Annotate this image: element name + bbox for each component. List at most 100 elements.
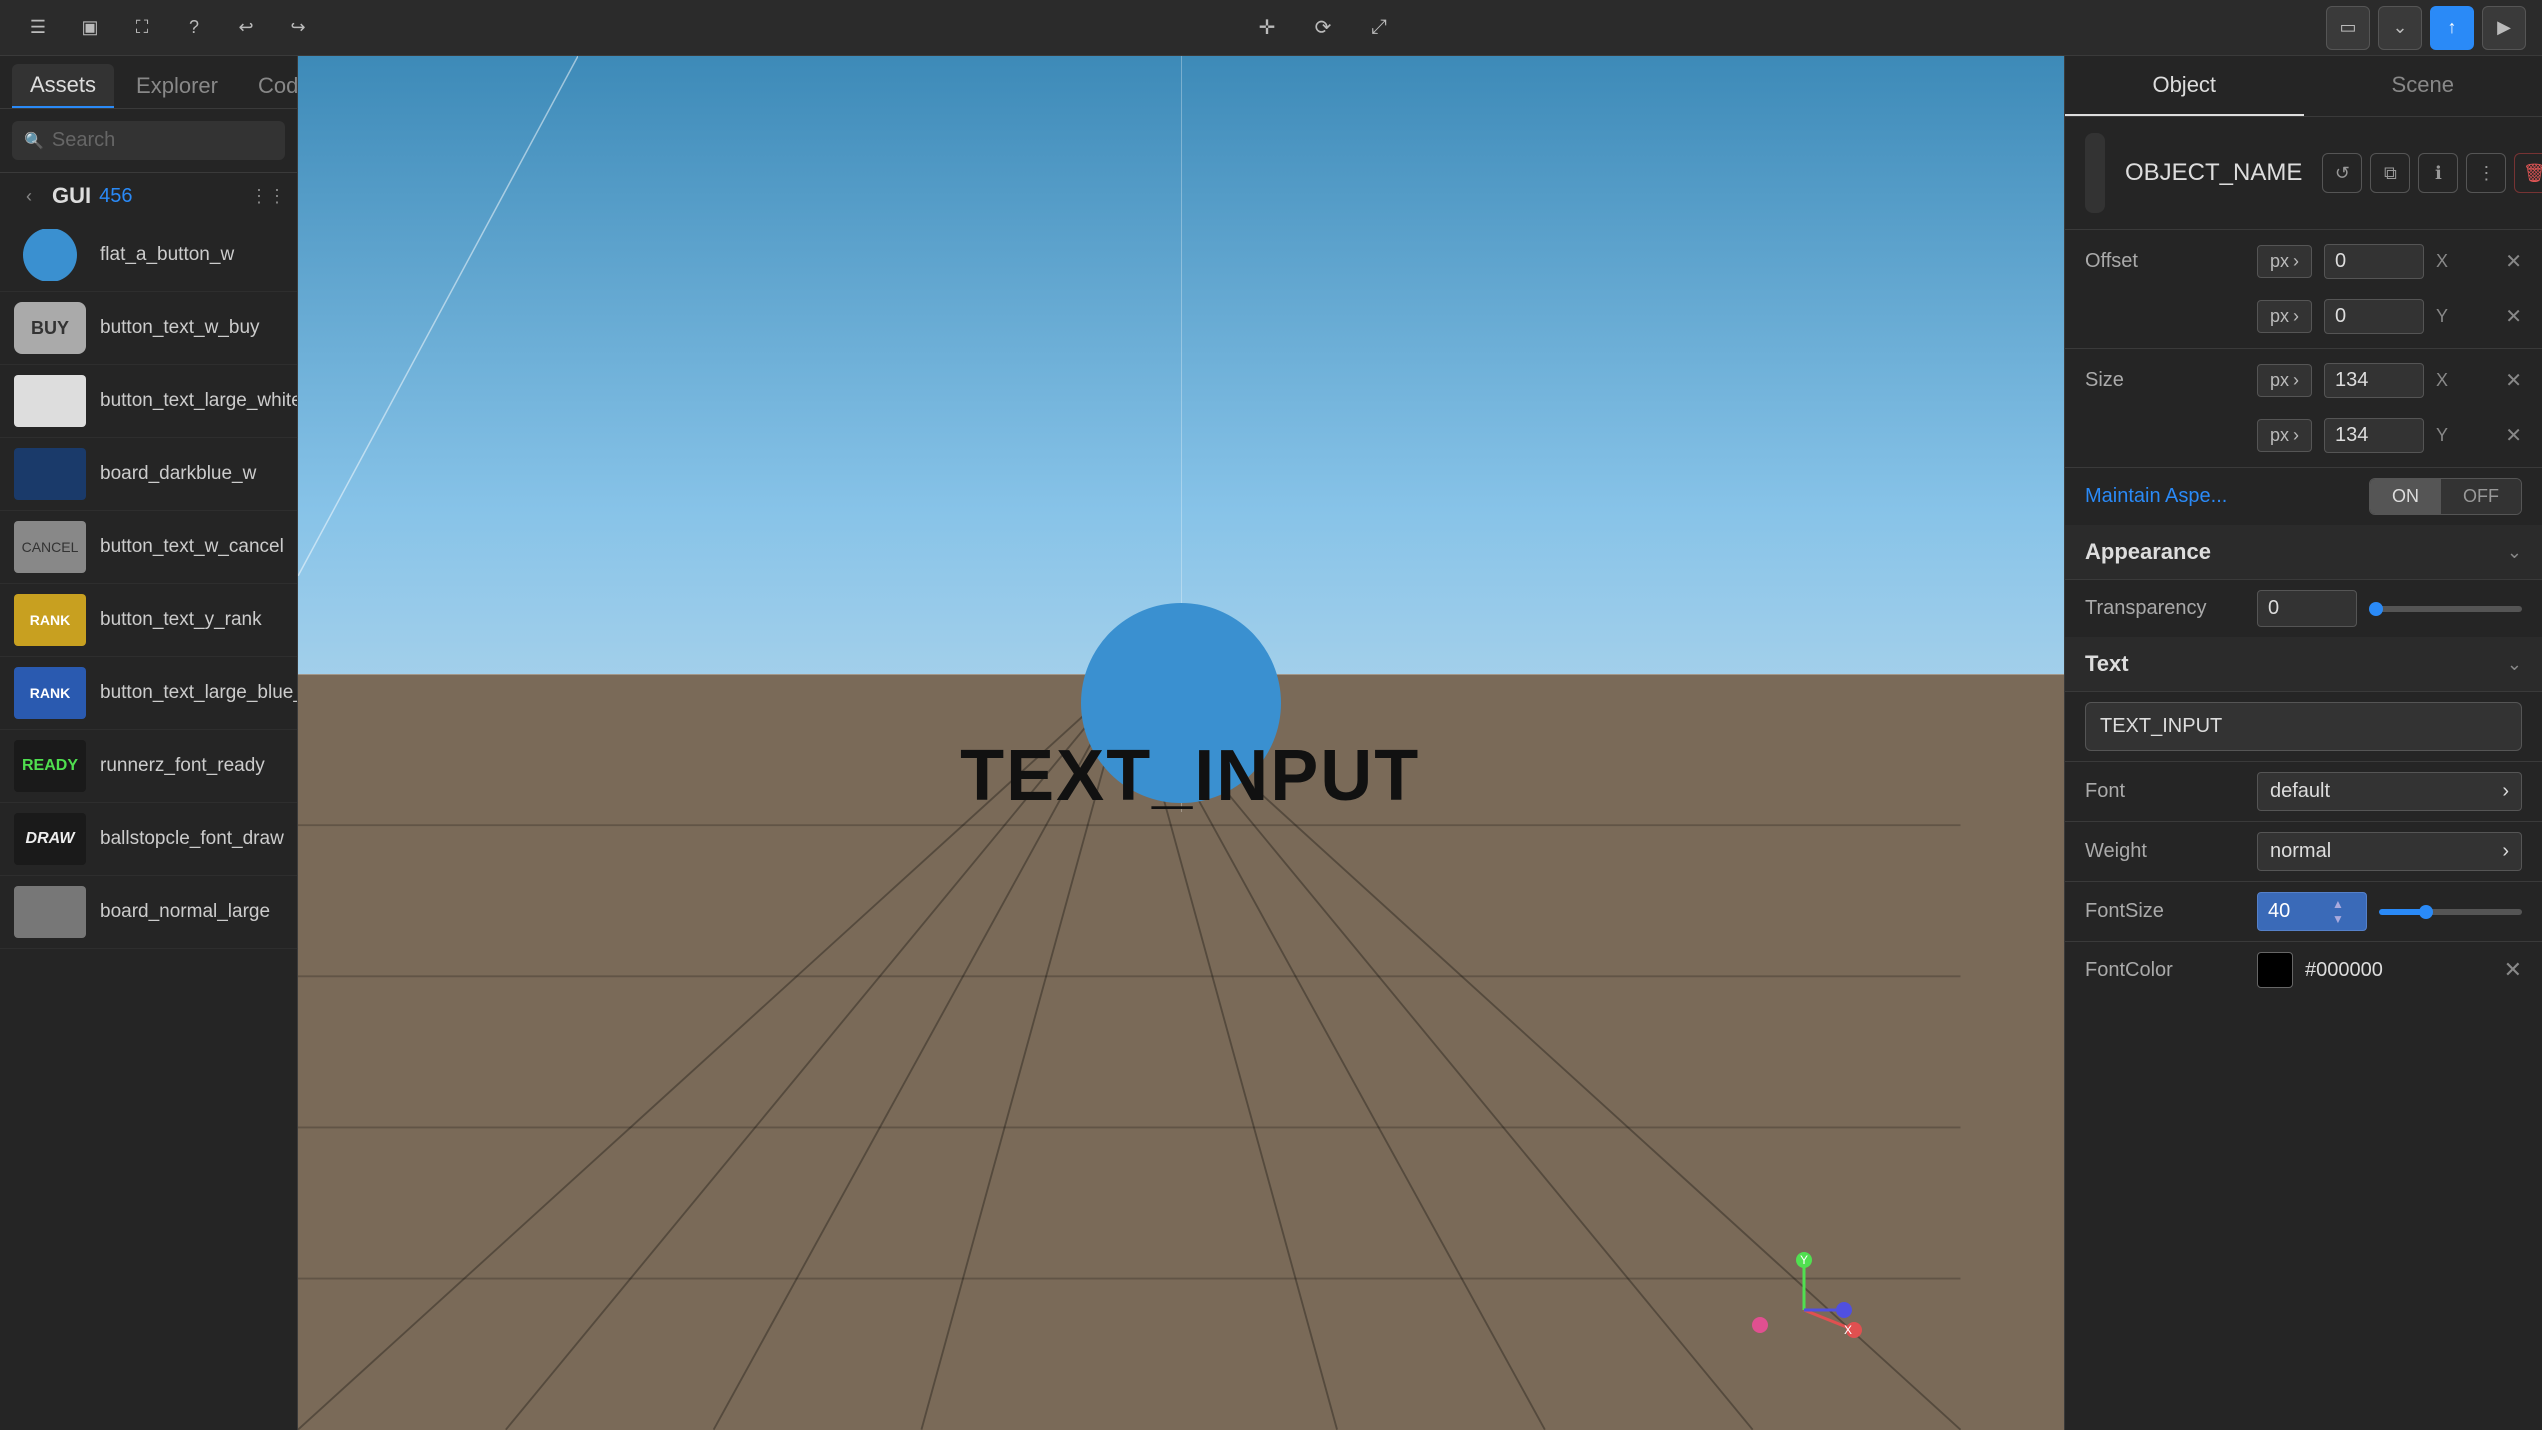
panel-chevron-button[interactable]: ⌄ xyxy=(2378,6,2422,50)
offset-y-row: px › Y ✕ xyxy=(2065,289,2542,344)
canvas-area[interactable]: TEXT_INPUT X Y xyxy=(298,56,2064,1430)
svg-text:X: X xyxy=(1844,1323,1852,1337)
assets-tab[interactable]: Assets xyxy=(12,64,114,108)
weight-value-text: normal xyxy=(2270,840,2331,863)
offset-y-close-button[interactable]: ✕ xyxy=(2505,304,2522,329)
offset-x-close-button[interactable]: ✕ xyxy=(2505,249,2522,274)
redo-button[interactable]: ↪ xyxy=(276,6,320,50)
fontcolor-label: FontColor xyxy=(2085,959,2245,982)
font-value-button[interactable]: default › xyxy=(2257,772,2522,811)
list-item[interactable]: DRAW ballstopcle_font_draw xyxy=(0,803,297,876)
object-icon-section: OBJECT_NAME ↺ ⧉ ℹ ⋮ 🗑 xyxy=(2065,117,2542,230)
offset-x-input[interactable] xyxy=(2324,244,2424,279)
search-input[interactable] xyxy=(52,129,273,152)
refresh-button[interactable]: ⟳ xyxy=(1301,6,1345,50)
object-tab[interactable]: Object xyxy=(2065,56,2304,116)
offset-x-unit-button[interactable]: px › xyxy=(2257,245,2312,278)
fontsize-input-wrap: ▲ ▼ xyxy=(2257,892,2367,931)
asset-thumbnail: BUY xyxy=(14,302,86,354)
fontsize-down-arrow[interactable]: ▼ xyxy=(2332,912,2344,926)
object-actions: ↺ ⧉ ℹ ⋮ 🗑 xyxy=(2322,153,2542,193)
category-count: 456 xyxy=(99,185,132,208)
asset-name: flat_a_button_w xyxy=(100,244,234,266)
size-x-close-button[interactable]: ✕ xyxy=(2505,368,2522,393)
asset-name: button_text_w_buy xyxy=(100,317,260,339)
list-item[interactable]: CANCEL button_text_w_cancel xyxy=(0,511,297,584)
size-x-input[interactable] xyxy=(2324,363,2424,398)
appearance-section-header[interactable]: Appearance ⌄ xyxy=(2065,525,2542,580)
blue-circle-object[interactable] xyxy=(1081,603,1281,803)
search-bar: 🔍 xyxy=(0,109,297,173)
toolbar-right: ▭ ⌄ ↑ ▶ xyxy=(2326,6,2526,50)
transparency-input[interactable] xyxy=(2258,591,2357,626)
list-item[interactable]: flat_a_button_w xyxy=(0,219,297,292)
maintain-off-button[interactable]: OFF xyxy=(2441,479,2521,514)
asset-name: ballstopcle_font_draw xyxy=(100,828,284,850)
asset-thumbnail xyxy=(14,375,86,427)
text-section-header[interactable]: Text ⌄ xyxy=(2065,637,2542,692)
left-panel: Assets Explorer Code 🔍 ‹ GUI 456 ⋮⋮ flat… xyxy=(0,56,298,1430)
maintain-on-button[interactable]: ON xyxy=(2370,479,2441,514)
asset-thumbnail: READY xyxy=(14,740,86,792)
transparency-row: Transparency ▲ ▼ xyxy=(2065,580,2542,637)
transparency-slider[interactable] xyxy=(2369,606,2522,612)
chevron-right-icon: › xyxy=(2293,370,2299,391)
asset-name: button_text_large_white_null xyxy=(100,390,297,412)
menu-button[interactable]: ☰ xyxy=(16,6,60,50)
asset-name: board_normal_large xyxy=(100,901,270,923)
list-item[interactable]: BUY button_text_w_buy xyxy=(0,292,297,365)
fontsize-up-arrow[interactable]: ▲ xyxy=(2332,897,2344,911)
fontcolor-close-button[interactable]: ✕ xyxy=(2504,957,2522,983)
undo-button[interactable]: ↩ xyxy=(224,6,268,50)
offset-y-input[interactable] xyxy=(2324,299,2424,334)
font-chevron-icon: › xyxy=(2502,780,2509,803)
expand-button[interactable]: ⤢ xyxy=(1357,6,1401,50)
list-item[interactable]: board_darkblue_w xyxy=(0,438,297,511)
fontcolor-swatch[interactable] xyxy=(2257,952,2293,988)
panel-toggle-button[interactable]: ▭ xyxy=(2326,6,2370,50)
size-y-input[interactable] xyxy=(2324,418,2424,453)
object-name-label: OBJECT_NAME xyxy=(2125,159,2302,187)
size-y-close-button[interactable]: ✕ xyxy=(2505,423,2522,448)
object-more-button[interactable]: ⋮ xyxy=(2466,153,2506,193)
fontsize-input[interactable] xyxy=(2258,893,2328,930)
offset-y-unit-button[interactable]: px › xyxy=(2257,300,2312,333)
search-input-wrap: 🔍 xyxy=(12,121,285,160)
object-delete-button[interactable]: 🗑 xyxy=(2514,153,2542,193)
font-value-text: default xyxy=(2270,780,2330,803)
fontcolor-row: FontColor #000000 ✕ xyxy=(2065,941,2542,998)
maintain-aspect-toggle: ON OFF xyxy=(2369,478,2522,515)
object-reload-button[interactable]: ↺ xyxy=(2322,153,2362,193)
canvas-3d: TEXT_INPUT X Y xyxy=(298,56,2064,1430)
size-x-unit-button[interactable]: px › xyxy=(2257,364,2312,397)
weight-value-button[interactable]: normal › xyxy=(2257,832,2522,871)
list-item[interactable]: RANK button_text_y_rank xyxy=(0,584,297,657)
list-item[interactable]: RANK button_text_large_blue_rank xyxy=(0,657,297,730)
size-x-coord: X xyxy=(2436,370,2448,391)
scene-tab[interactable]: Scene xyxy=(2304,56,2542,116)
list-view-button[interactable]: ⋮⋮ xyxy=(253,181,283,211)
move-tool-button[interactable]: ✛ xyxy=(1245,6,1289,50)
weight-row: Weight normal › xyxy=(2065,821,2542,881)
asset-list: flat_a_button_w BUY button_text_w_buy bu… xyxy=(0,219,297,1430)
fontsize-slider[interactable] xyxy=(2379,909,2522,915)
explorer-tab[interactable]: Explorer xyxy=(118,64,236,108)
object-info-button[interactable]: ℹ xyxy=(2418,153,2458,193)
play-button[interactable]: ▶ xyxy=(2482,6,2526,50)
upload-button[interactable]: ↑ xyxy=(2430,6,2474,50)
asset-name: board_darkblue_w xyxy=(100,463,256,485)
list-item[interactable]: button_text_large_white_null xyxy=(0,365,297,438)
fontsize-slider-thumb[interactable] xyxy=(2419,905,2433,919)
layout-button[interactable]: ▣ xyxy=(68,6,112,50)
list-item[interactable]: READY runnerz_font_ready xyxy=(0,730,297,803)
fullscreen-button[interactable]: ⛶ xyxy=(120,6,164,50)
transparency-slider-thumb[interactable] xyxy=(2369,602,2383,616)
help-button[interactable]: ? xyxy=(172,6,216,50)
asset-name: runnerz_font_ready xyxy=(100,755,265,777)
back-button[interactable]: ‹ xyxy=(14,181,44,211)
list-item[interactable]: board_normal_large xyxy=(0,876,297,949)
size-y-unit-button[interactable]: px › xyxy=(2257,419,2312,452)
text-content-input[interactable] xyxy=(2085,702,2522,751)
search-icon: 🔍 xyxy=(24,131,44,151)
object-copy-button[interactable]: ⧉ xyxy=(2370,153,2410,193)
